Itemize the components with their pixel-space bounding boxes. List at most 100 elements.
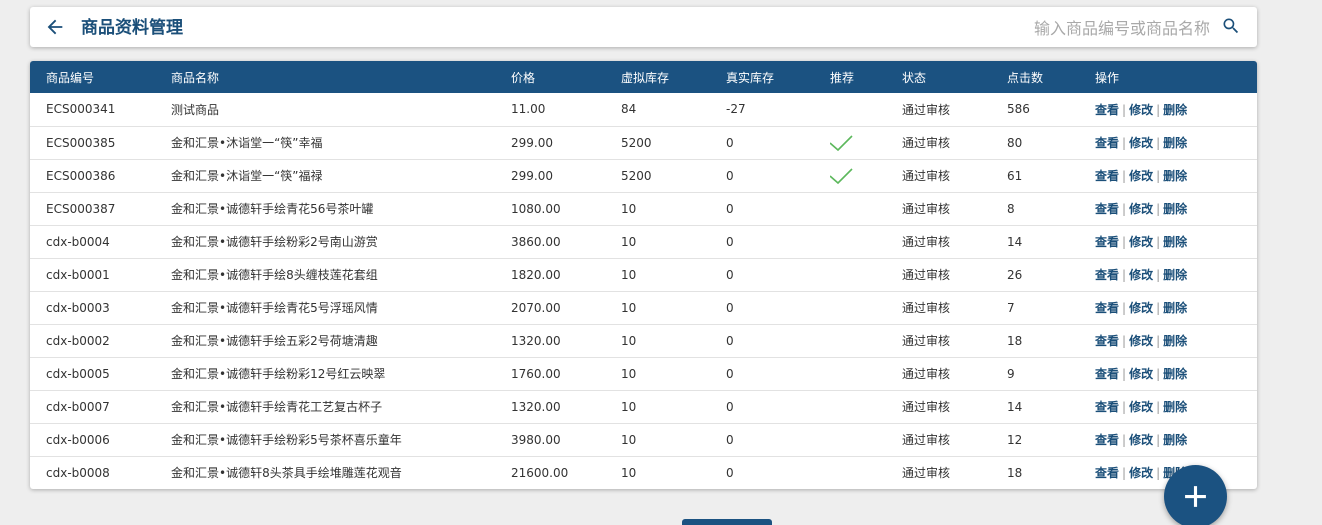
table-body: ECS000341 测试商品 11.00 84 -27 通过审核 586 查看 | 修改 | 删除 EC… bbox=[30, 93, 1257, 489]
page-title: 商品资料管理 bbox=[81, 18, 183, 38]
product-name-cell: 金和汇景•诚德轩手绘五彩2号荷塘清趣 bbox=[171, 334, 378, 348]
delete-link[interactable]: 删除 bbox=[1163, 433, 1187, 447]
price-cell: 3980.00 bbox=[511, 432, 561, 447]
view-link[interactable]: 查看 bbox=[1095, 235, 1119, 249]
price-cell: 21600.00 bbox=[511, 465, 569, 480]
delete-link[interactable]: 删除 bbox=[1163, 136, 1187, 150]
product-id-cell: cdx-b0006 bbox=[46, 432, 110, 447]
action-separator: | bbox=[1156, 301, 1161, 315]
arrow-left-icon[interactable] bbox=[44, 16, 66, 38]
delete-link[interactable]: 删除 bbox=[1163, 367, 1187, 381]
price-cell: 1320.00 bbox=[511, 399, 561, 414]
table-header-row: 商品编号 商品名称 价格 虚拟库存 真实库存 推荐 状态 点击数 操作 bbox=[30, 61, 1257, 93]
product-table: 商品编号 商品名称 价格 虚拟库存 真实库存 推荐 状态 点击数 操作 ECS0… bbox=[30, 61, 1257, 489]
view-link[interactable]: 查看 bbox=[1095, 136, 1119, 150]
column-header[interactable]: 真实库存 bbox=[726, 61, 830, 93]
table-row: ECS000341 测试商品 11.00 84 -27 通过审核 586 查看 | 修改 | 删除 bbox=[30, 93, 1257, 126]
pagination-tab[interactable] bbox=[682, 519, 772, 525]
search-icon[interactable] bbox=[1221, 16, 1241, 36]
edit-link[interactable]: 修改 bbox=[1129, 367, 1153, 381]
recommend-cell bbox=[830, 456, 902, 489]
action-separator: | bbox=[1156, 433, 1161, 447]
product-id-cell: cdx-b0001 bbox=[46, 267, 110, 282]
delete-link[interactable]: 删除 bbox=[1163, 235, 1187, 249]
search-input[interactable] bbox=[910, 15, 1210, 41]
clicks-cell: 80 bbox=[1007, 135, 1023, 150]
column-header[interactable]: 价格 bbox=[511, 61, 621, 93]
view-link[interactable]: 查看 bbox=[1095, 268, 1119, 282]
column-header: 操作 bbox=[1095, 70, 1120, 85]
product-name-cell: 金和汇景•诚德轩8头茶具手绘堆雕莲花观音 bbox=[171, 466, 402, 481]
view-link[interactable]: 查看 bbox=[1095, 169, 1119, 183]
edit-link[interactable]: 修改 bbox=[1129, 136, 1153, 150]
view-link[interactable]: 查看 bbox=[1095, 466, 1119, 480]
actions-cell: 查看|修改|删除 bbox=[1095, 159, 1257, 192]
product-name-cell: 金和汇景•诚德轩手绘粉彩5号茶杯喜乐童年 bbox=[171, 433, 402, 447]
edit-link[interactable]: 修改 bbox=[1129, 301, 1153, 315]
edit-link[interactable]: 修改 bbox=[1129, 268, 1153, 282]
delete-link[interactable]: 删除 bbox=[1163, 334, 1187, 348]
edit-link[interactable]: 修改 bbox=[1129, 103, 1153, 117]
action-separator: | bbox=[1122, 367, 1127, 381]
product-id-cell: ECS000385 bbox=[46, 135, 116, 150]
delete-link[interactable]: 删除 bbox=[1163, 202, 1187, 216]
real-stock-cell: 0 bbox=[726, 135, 734, 150]
real-stock-cell: 0 bbox=[726, 300, 734, 315]
recommend-cell bbox=[830, 357, 902, 390]
column-header[interactable]: 商品编号 bbox=[30, 61, 171, 93]
real-stock-cell: 0 bbox=[726, 366, 734, 381]
add-product-button[interactable] bbox=[1164, 465, 1227, 525]
virtual-stock-cell: 10 bbox=[621, 300, 637, 315]
view-link[interactable]: 查看 bbox=[1095, 103, 1119, 117]
status-cell: 通过审核 bbox=[902, 367, 951, 381]
product-name-cell: 金和汇景•诚德轩手绘8头缠枝莲花套组 bbox=[171, 268, 378, 282]
table-row: ECS000386 金和汇景•沐诣堂一“筷”福禄 299.00 5200 0 通过审核 61… bbox=[30, 159, 1257, 192]
edit-link[interactable]: 修改 bbox=[1129, 433, 1153, 447]
edit-link[interactable]: 修改 bbox=[1129, 202, 1153, 216]
status-cell: 通过审核 bbox=[902, 169, 951, 183]
delete-link[interactable]: 删除 bbox=[1163, 301, 1187, 315]
product-id-cell: ECS000387 bbox=[46, 201, 116, 216]
view-link[interactable]: 查看 bbox=[1095, 433, 1119, 447]
view-link[interactable]: 查看 bbox=[1095, 202, 1119, 216]
action-separator: | bbox=[1156, 169, 1161, 183]
actions-cell: 查看|修改|删除 bbox=[1095, 192, 1257, 225]
column-header[interactable]: 商品名称 bbox=[171, 61, 511, 93]
price-cell: 3860.00 bbox=[511, 234, 561, 249]
price-cell: 1820.00 bbox=[511, 267, 561, 282]
column-header[interactable]: 点击数 bbox=[1007, 61, 1095, 93]
edit-link[interactable]: 修改 bbox=[1129, 466, 1153, 480]
delete-link[interactable]: 删除 bbox=[1163, 103, 1187, 117]
recommend-cell bbox=[830, 93, 902, 126]
recommend-cell bbox=[830, 258, 902, 291]
actions-cell: 查看|修改|删除 bbox=[1095, 390, 1257, 423]
action-separator: | bbox=[1122, 235, 1127, 249]
delete-link[interactable]: 删除 bbox=[1163, 169, 1187, 183]
action-separator: | bbox=[1122, 466, 1127, 481]
product-table-card: 商品编号 商品名称 价格 虚拟库存 真实库存 推荐 状态 点击数 操作 ECS0… bbox=[30, 61, 1257, 489]
column-header[interactable]: 推荐 bbox=[830, 61, 902, 93]
checkmark-icon bbox=[830, 134, 853, 151]
delete-link[interactable]: 删除 bbox=[1163, 400, 1187, 414]
product-name-cell: 金和汇景•诚德轩手绘青花5号浮瑶风情 bbox=[171, 301, 378, 315]
view-link[interactable]: 查看 bbox=[1095, 400, 1119, 414]
view-link[interactable]: 查看 bbox=[1095, 334, 1119, 348]
edit-link[interactable]: 修改 bbox=[1129, 400, 1153, 414]
column-header[interactable]: 虚拟库存 bbox=[621, 61, 726, 93]
action-separator: | bbox=[1122, 301, 1127, 315]
edit-link[interactable]: 修改 bbox=[1129, 169, 1153, 183]
column-header[interactable]: 状态 bbox=[902, 61, 1007, 93]
actions-cell: 查看|修改|删除 bbox=[1095, 291, 1257, 324]
view-link[interactable]: 查看 bbox=[1095, 301, 1119, 315]
product-id-cell: cdx-b0008 bbox=[46, 465, 110, 480]
action-separator: | bbox=[1156, 235, 1161, 249]
product-name-cell: 金和汇景•诚德轩手绘青花工艺复古杯子 bbox=[171, 400, 383, 414]
actions-cell: 查看|修改|删除 bbox=[1095, 93, 1257, 126]
clicks-cell: 61 bbox=[1007, 168, 1023, 183]
clicks-cell: 12 bbox=[1007, 432, 1023, 447]
edit-link[interactable]: 修改 bbox=[1129, 334, 1153, 348]
delete-link[interactable]: 删除 bbox=[1163, 268, 1187, 282]
view-link[interactable]: 查看 bbox=[1095, 367, 1119, 381]
status-cell: 通过审核 bbox=[902, 136, 951, 150]
edit-link[interactable]: 修改 bbox=[1129, 235, 1153, 249]
